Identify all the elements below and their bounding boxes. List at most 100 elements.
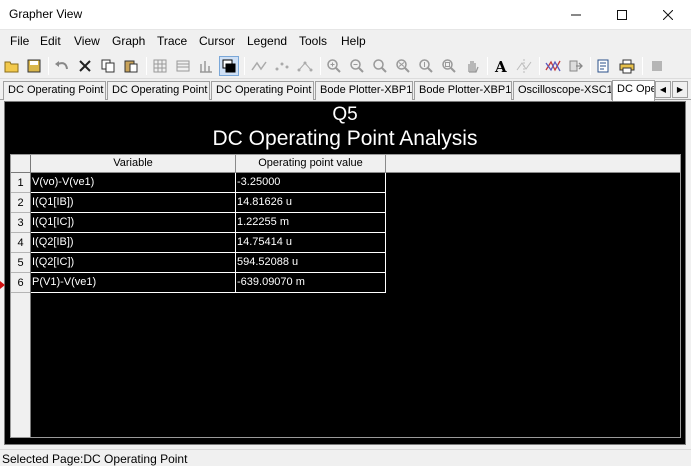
print-preview-icon [597,59,609,73]
cell-variable[interactable]: I(Q2[IC]) [31,253,236,273]
print-icon [619,59,635,74]
tab-dc-operating-point-3[interactable]: DC Operating Point [211,81,314,100]
zoom-out-button[interactable] [347,56,367,76]
page-title-line2: DC Operating Point Analysis [212,127,478,150]
tab-bode-plotter-2[interactable]: Bode Plotter-XBP1 [414,81,512,100]
tab-scroll-right-button[interactable]: ▶ [672,81,688,98]
menu-file[interactable]: File [10,34,29,48]
menu-trace[interactable]: Trace [157,34,187,48]
stop-button[interactable] [647,56,667,76]
overlay-traces-button[interactable] [543,56,563,76]
cell-variable[interactable]: P(V1)-V(ve1) [31,273,236,293]
menu-view[interactable]: View [74,34,100,48]
zoom-in-button[interactable] [324,56,344,76]
results-table[interactable]: Variable Operating point value 1 2 3 4 5… [10,154,681,438]
overlay-traces-icon [545,60,561,72]
paste-icon [124,60,138,73]
row-number[interactable]: 6 [11,273,30,293]
cell-variable[interactable]: I(Q2[IB]) [31,233,236,253]
page-title-line1: Q5 [332,104,358,125]
cursor-button[interactable] [514,56,534,76]
tab-bode-plotter-1[interactable]: Bode Plotter-XBP1 [315,81,413,100]
zoom-fit-icon [373,59,387,73]
menu-legend[interactable]: Legend [247,34,287,48]
minimize-icon [571,14,581,16]
column-header-variable[interactable]: Variable [31,155,236,173]
grid-button[interactable] [150,56,170,76]
trace-points-button[interactable] [272,56,292,76]
paste-button[interactable] [121,56,141,76]
export-button[interactable] [566,56,586,76]
cut-button[interactable] [75,56,95,76]
cell-variable[interactable]: V(vo)-V(ve1) [31,173,236,193]
table-corner [11,155,31,173]
maximize-button[interactable] [599,0,645,30]
row-number-column: 1 2 3 4 5 6 [11,173,31,437]
cell-value[interactable]: 594.52088 u [236,253,386,273]
zoom-all-button[interactable] [439,56,459,76]
export-icon [569,60,583,72]
zoom-y-icon [419,59,433,73]
cell-variable[interactable]: I(Q1[IB]) [31,193,236,213]
cell-value[interactable]: -639.09070 m [236,273,386,293]
close-button[interactable] [645,0,691,30]
row-number[interactable]: 2 [11,193,30,213]
open-folder-icon [4,61,19,73]
triangle-right-icon: ▶ [676,85,684,94]
graph-page[interactable]: Q5 DC Operating Point Analysis Variable … [4,101,686,445]
pan-hand-icon [468,61,479,73]
column-header-value[interactable]: Operating point value [236,155,386,173]
save-button[interactable] [24,56,44,76]
menu-graph[interactable]: Graph [112,34,145,48]
zoom-x-icon [396,59,410,73]
zoom-fit-button[interactable] [370,56,390,76]
tab-scroll-left-button[interactable]: ◀ [655,81,671,98]
trace-both-button[interactable] [295,56,315,76]
overlay-button[interactable] [219,56,239,76]
zoom-y-button[interactable] [416,56,436,76]
cell-variable[interactable]: I(Q1[IC]) [31,213,236,233]
tab-dc-operating-point-active[interactable]: DC Ope [612,80,655,101]
cell-value[interactable]: 14.75414 u [236,233,386,253]
title-bar: Grapher View [0,0,691,30]
row-number[interactable]: 1 [11,173,30,193]
undo-button[interactable] [52,56,72,76]
row-number[interactable]: 3 [11,213,30,233]
status-bar: Selected Page:DC Operating Point [0,449,691,466]
font-button[interactable]: A [491,56,511,76]
menu-tools[interactable]: Tools [299,34,327,48]
cell-value[interactable]: 14.81626 u [236,193,386,213]
tab-oscilloscope[interactable]: Oscilloscope-XSC1 [513,81,612,100]
trace-line-button[interactable] [249,56,269,76]
bars-icon [200,61,212,73]
cursor-icon [516,59,532,73]
menu-help[interactable]: Help [341,34,366,48]
menu-cursor[interactable]: Cursor [199,34,235,48]
table-button[interactable] [173,56,193,76]
print-button[interactable] [617,56,637,76]
minimize-button[interactable] [553,0,599,30]
bars-button[interactable] [196,56,216,76]
cell-value[interactable]: 1.22255 m [236,213,386,233]
toolbar: A [0,53,691,79]
zoom-in-icon [327,59,341,73]
tab-dc-operating-point-2[interactable]: DC Operating Point [107,81,210,100]
print-preview-button[interactable] [594,56,614,76]
zoom-x-button[interactable] [393,56,413,76]
font-icon: A [494,58,507,74]
copy-button[interactable] [98,56,118,76]
menu-bar: File Edit View Graph Trace Cursor Legend… [0,31,691,53]
row-number[interactable]: 5 [11,253,30,273]
cut-icon [79,60,91,72]
svg-text:A: A [494,58,507,74]
column-header-empty [386,155,680,173]
page-tabs: DC Operating Point DC Operating Point DC… [0,80,691,101]
pan-button[interactable] [462,56,482,76]
close-icon [663,10,673,20]
menu-edit[interactable]: Edit [40,34,61,48]
row-number[interactable]: 4 [11,233,30,253]
open-button[interactable] [2,56,22,76]
cell-value[interactable]: -3.25000 [236,173,386,193]
trace-points-icon [275,62,289,71]
tab-dc-operating-point-1[interactable]: DC Operating Point [3,81,106,100]
